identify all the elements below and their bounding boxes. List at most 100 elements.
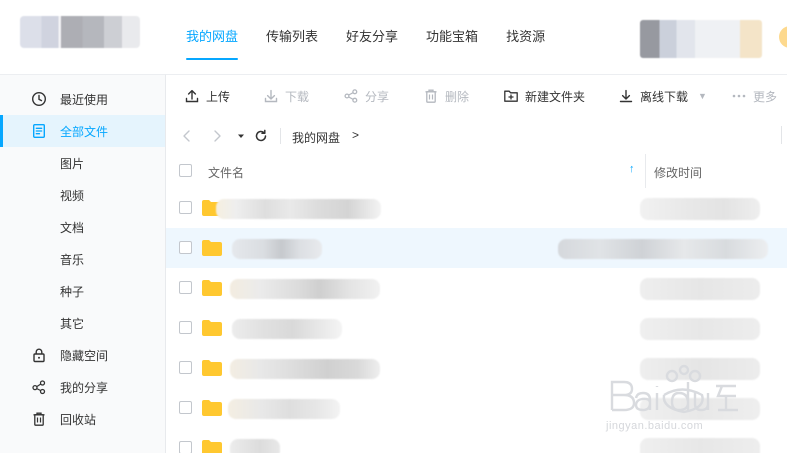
- trash-icon: [31, 411, 47, 427]
- chevron-down-icon[interactable]: ▼: [698, 91, 707, 101]
- more-icon: [732, 94, 746, 98]
- file-name-blurred: [228, 399, 340, 419]
- modified-time-blurred: [640, 198, 760, 220]
- share-label: 分享: [365, 89, 390, 104]
- table-row[interactable]: [166, 188, 787, 228]
- file-name-blurred: [232, 319, 342, 339]
- history-dropdown-button[interactable]: [232, 127, 250, 145]
- chevron-right-icon: [214, 130, 221, 142]
- delete-label: 删除: [445, 89, 470, 104]
- new-folder-label: 新建文件夹: [525, 89, 586, 104]
- main-nav: 我的网盘 传输列表 好友分享 功能宝箱 找资源: [172, 0, 559, 74]
- sidebar-item-label: 种子: [60, 284, 85, 299]
- upload-button[interactable]: 上传: [184, 75, 230, 117]
- tab-my-drive[interactable]: 我的网盘: [172, 0, 252, 74]
- caret-down-icon: [238, 134, 244, 138]
- app-logo-blurred: [20, 16, 140, 48]
- sort-arrow-icon[interactable]: ↑: [629, 163, 635, 175]
- row-checkbox[interactable]: [179, 441, 192, 453]
- sidebar-item-label: 隐藏空间: [60, 348, 109, 363]
- row-checkbox[interactable]: [179, 361, 192, 374]
- sidebar-item-label: 全部文件: [60, 124, 109, 139]
- sidebar-item-my-shares[interactable]: 我的分享: [0, 371, 165, 403]
- watermark-url: jingyan.baidu.com: [606, 420, 704, 432]
- row-checkbox[interactable]: [179, 321, 192, 334]
- sidebar-item-label: 文档: [60, 220, 85, 235]
- folder-icon: [202, 440, 222, 453]
- file-name-blurred: [230, 279, 380, 299]
- breadcrumb-separator[interactable]: >: [352, 128, 359, 142]
- table-row[interactable]: [166, 308, 787, 348]
- column-header-modified-time[interactable]: 修改时间: [654, 164, 702, 181]
- modified-time-blurred: [640, 438, 760, 453]
- sidebar-item-label: 其它: [60, 316, 85, 331]
- sidebar-item-all-files[interactable]: 全部文件: [0, 115, 165, 147]
- folder-icon: [202, 240, 222, 256]
- folder-icon: [202, 320, 222, 336]
- share-icon: [31, 379, 47, 395]
- sidebar-item-other[interactable]: 其它: [0, 307, 165, 339]
- sidebar-item-videos[interactable]: 视频: [0, 179, 165, 211]
- download-button[interactable]: 下载: [263, 75, 309, 117]
- sidebar-item-documents[interactable]: 文档: [0, 211, 165, 243]
- sidebar-item-label: 我的分享: [60, 380, 109, 395]
- folder-icon: [202, 360, 222, 376]
- top-bar: 我的网盘 传输列表 好友分享 功能宝箱 找资源: [0, 0, 787, 74]
- offline-download-button[interactable]: 离线下载 ▼: [618, 75, 707, 117]
- delete-button[interactable]: 删除: [423, 75, 469, 117]
- row-checkbox[interactable]: [179, 201, 192, 214]
- tab-friend-share[interactable]: 好友分享: [332, 0, 412, 74]
- toolbar: 上传 下载 分享 删除 新建文件夹 离线下载 ▼ 更多: [166, 74, 787, 116]
- sidebar-item-images[interactable]: 图片: [0, 147, 165, 179]
- sidebar: 最近使用 全部文件 图片 视频 文档 音乐 种子 其它 隐藏空间 我的分享 回收…: [0, 74, 166, 453]
- sidebar-item-hidden-space[interactable]: 隐藏空间: [0, 339, 165, 371]
- column-divider[interactable]: [645, 154, 646, 188]
- upload-label: 上传: [206, 89, 231, 104]
- sidebar-item-music[interactable]: 音乐: [0, 243, 165, 275]
- sidebar-item-label: 视频: [60, 188, 85, 203]
- row-checkbox[interactable]: [179, 281, 192, 294]
- sidebar-item-label: 最近使用: [60, 92, 109, 107]
- sidebar-item-recycle-bin[interactable]: 回收站: [0, 403, 165, 435]
- modified-time-blurred: [640, 318, 760, 340]
- table-row[interactable]: [166, 228, 787, 268]
- upload-icon: [185, 89, 199, 103]
- tab-toolbox[interactable]: 功能宝箱: [412, 0, 492, 74]
- column-header-filename[interactable]: 文件名: [208, 164, 244, 181]
- download-label: 下载: [285, 89, 310, 104]
- offline-download-icon: [619, 89, 633, 103]
- new-folder-button[interactable]: 新建文件夹: [503, 75, 585, 117]
- more-button[interactable]: 更多: [731, 75, 777, 117]
- select-all-checkbox[interactable]: [179, 164, 192, 177]
- lock-icon: [31, 347, 47, 363]
- breadcrumb-divider: [280, 128, 281, 144]
- breadcrumb-right-divider: [781, 126, 782, 144]
- user-info-blurred[interactable]: [640, 20, 762, 58]
- chevron-left-icon: [183, 130, 190, 142]
- sidebar-item-recent[interactable]: 最近使用: [0, 83, 165, 115]
- avatar[interactable]: [779, 26, 787, 48]
- file-name-blurred: [230, 439, 280, 453]
- sidebar-item-label: 图片: [60, 156, 85, 171]
- document-icon: [31, 123, 47, 139]
- sidebar-item-label: 回收站: [60, 412, 97, 427]
- share-button[interactable]: 分享: [343, 75, 389, 117]
- folder-icon: [202, 280, 222, 296]
- back-button[interactable]: [178, 127, 196, 145]
- modified-time-blurred: [640, 278, 760, 300]
- file-table-header: 文件名 ↑ 修改时间: [166, 154, 787, 188]
- tab-find-resources[interactable]: 找资源: [492, 0, 559, 74]
- file-name-blurred: [230, 359, 380, 379]
- row-checkbox[interactable]: [179, 401, 192, 414]
- forward-button[interactable]: [208, 127, 226, 145]
- sidebar-item-label: 音乐: [60, 252, 85, 267]
- breadcrumb-current[interactable]: 我的网盘: [292, 129, 340, 146]
- table-row[interactable]: [166, 268, 787, 308]
- refresh-icon: [255, 129, 267, 142]
- download-icon: [264, 89, 278, 103]
- folder-icon: [202, 400, 222, 416]
- tab-transfer-list[interactable]: 传输列表: [252, 0, 332, 74]
- row-checkbox[interactable]: [179, 241, 192, 254]
- sidebar-item-torrents[interactable]: 种子: [0, 275, 165, 307]
- refresh-button[interactable]: [252, 127, 270, 145]
